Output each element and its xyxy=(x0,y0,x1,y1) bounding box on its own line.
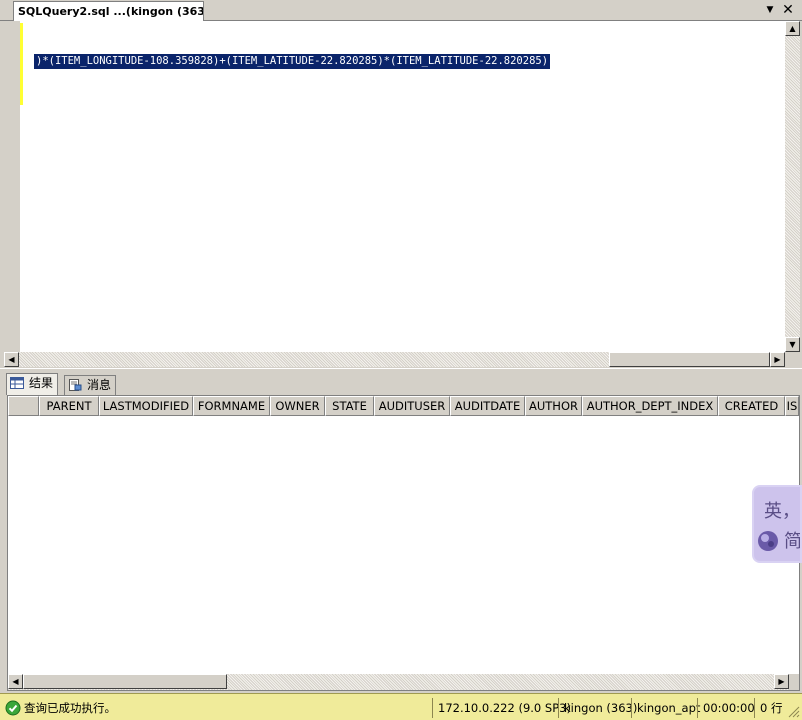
status-elapsed: 00:00:00 xyxy=(703,701,755,715)
status-message: 查询已成功执行。 xyxy=(24,701,116,715)
tab-messages-label: 消息 xyxy=(87,378,112,392)
scroll-left-icon[interactable]: ◀ xyxy=(4,352,19,367)
tab-results-label: 结果 xyxy=(29,376,54,390)
editor-vertical-scrollbar[interactable]: ▲ ▼ xyxy=(785,21,800,352)
status-divider xyxy=(754,698,755,718)
status-divider xyxy=(558,698,559,718)
scroll-down-icon[interactable]: ▼ xyxy=(785,337,800,352)
scroll-left-icon[interactable]: ◀ xyxy=(8,674,23,689)
status-divider xyxy=(697,698,698,718)
ime-toolbar[interactable]: 英， 简 xyxy=(752,485,802,563)
column-header[interactable]: PARENT xyxy=(39,396,99,416)
scroll-up-icon[interactable]: ▲ xyxy=(785,21,800,36)
grid-horizontal-scrollbar[interactable]: ◀ ▶ xyxy=(8,674,789,690)
change-tracking-bar xyxy=(20,23,23,105)
tab-sqlquery2[interactable]: SQLQuery2.sql ...(kingon (363))* xyxy=(13,1,204,22)
success-check-icon xyxy=(5,700,21,716)
scrollbar-corner xyxy=(785,352,800,367)
editor-text-area[interactable] xyxy=(20,21,785,352)
status-divider xyxy=(631,698,632,718)
tab-messages[interactable]: 消息 xyxy=(64,375,117,395)
result-tabs: 结果 消息 xyxy=(4,373,800,395)
scroll-right-icon[interactable]: ▶ xyxy=(774,674,789,689)
status-rows: 0 行 xyxy=(760,701,783,715)
column-header[interactable]: OWNER xyxy=(270,396,325,416)
column-header[interactable]: AUDITUSER xyxy=(374,396,450,416)
status-bar: 查询已成功执行。 172.10.0.222 (9.0 SP3) kingon (… xyxy=(0,693,802,720)
scrollbar-corner xyxy=(789,674,799,690)
row-header-corner[interactable] xyxy=(8,396,39,416)
resize-grip-icon[interactable] xyxy=(786,704,800,718)
tab-results[interactable]: 结果 xyxy=(6,373,59,395)
status-divider xyxy=(432,698,433,718)
document-tab-strip: SQLQuery2.sql ...(kingon (363))* ▼ ✕ xyxy=(0,0,802,22)
message-document-icon xyxy=(69,379,82,391)
column-header[interactable]: CREATED xyxy=(718,396,785,416)
column-header[interactable]: AUDITDATE xyxy=(450,396,525,416)
ime-logo-icon xyxy=(758,531,778,551)
query-editor: )*(ITEM_LONGITUDE-108.359828)+(ITEM_LATI… xyxy=(4,21,800,368)
status-database: kingon_apt xyxy=(637,701,701,715)
grid-icon xyxy=(10,377,24,389)
ime-charset-label[interactable]: 简 xyxy=(784,527,800,553)
ime-mode-label[interactable]: 英， xyxy=(764,497,800,523)
grid-hscroll-thumb[interactable] xyxy=(23,674,227,689)
column-header[interactable]: STATE xyxy=(325,396,374,416)
selected-code-line[interactable]: )*(ITEM_LONGITUDE-108.359828)+(ITEM_LATI… xyxy=(34,54,551,69)
status-server: 172.10.0.222 (9.0 SP3) xyxy=(438,701,571,715)
scroll-right-icon[interactable]: ▶ xyxy=(770,352,785,367)
chevron-down-icon[interactable]: ▼ xyxy=(764,4,776,16)
column-header[interactable]: LASTMODIFIED xyxy=(99,396,193,416)
editor-horizontal-scrollbar[interactable]: ◀ ▶ xyxy=(4,352,785,367)
column-header[interactable]: AUTHOR xyxy=(525,396,582,416)
column-header[interactable]: AUTHOR_DEPT_INDEX xyxy=(582,396,718,416)
status-user: kingon (363) xyxy=(564,701,638,715)
column-header[interactable]: FORMNAME xyxy=(193,396,270,416)
column-header[interactable]: IS xyxy=(785,396,799,416)
editor-hscroll-thumb[interactable] xyxy=(609,352,770,367)
results-grid[interactable]: PARENT LASTMODIFIED FORMNAME OWNER STATE… xyxy=(7,395,800,691)
close-icon[interactable]: ✕ xyxy=(780,2,796,18)
